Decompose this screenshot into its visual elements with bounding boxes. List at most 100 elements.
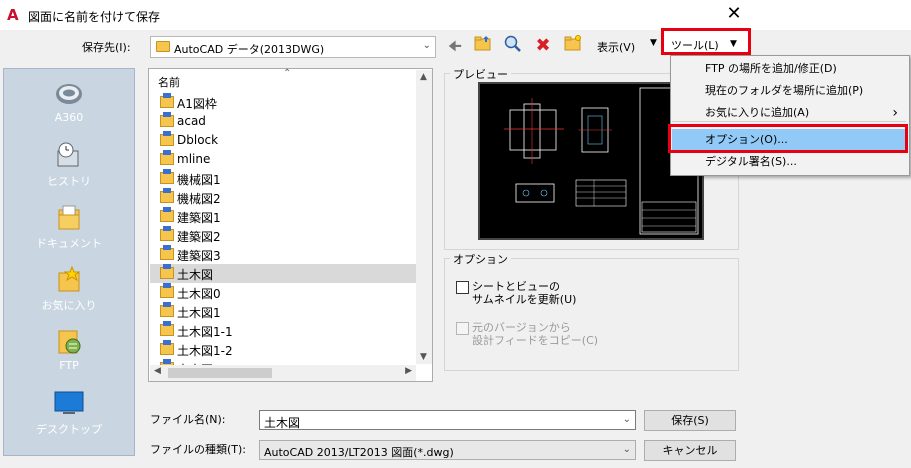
dialog-title: 図面に名前を付けて保存 xyxy=(28,10,161,24)
dwg-file-icon xyxy=(160,169,174,184)
horizontal-scrollbar[interactable]: ◀ ▶ xyxy=(150,365,416,381)
view-dropdown-icon[interactable]: ▼ xyxy=(650,38,657,48)
file-row[interactable]: 機械図1 xyxy=(150,169,416,188)
file-row[interactable]: A1図枠 xyxy=(150,93,416,112)
place-desktop[interactable]: デスクトップ xyxy=(4,389,134,437)
file-name: 土木図 xyxy=(177,268,214,282)
save-button[interactable]: 保存(S) xyxy=(644,410,736,431)
file-name: Dblock xyxy=(177,133,219,147)
filetype-combo[interactable]: AutoCAD 2013/LT2013 図面(*.dwg) ⌄ xyxy=(259,440,636,460)
menu-item-add-folder-to-places[interactable]: 現在のフォルダを場所に追加(P) xyxy=(672,80,908,102)
new-folder-icon[interactable] xyxy=(562,35,584,57)
file-name: 機械図2 xyxy=(177,192,221,206)
file-row[interactable]: 建築図2 xyxy=(150,226,416,245)
file-row[interactable]: 土木図1-1 xyxy=(150,321,416,340)
file-row[interactable]: 土木図0 xyxy=(150,283,416,302)
vertical-scrollbar[interactable]: ▲ ▼ xyxy=(416,70,432,364)
menu-item-label: FTP の場所を追加/修正(D) xyxy=(705,62,837,75)
update-thumbnail-label[interactable]: シートとビューの サムネイルを更新(U) xyxy=(472,280,576,306)
scroll-right-icon[interactable]: ▶ xyxy=(405,366,412,376)
dwg-file-icon xyxy=(160,245,174,260)
menu-separator xyxy=(672,121,906,122)
dwg-file-icon xyxy=(160,93,174,108)
column-header-name[interactable]: 名前 xyxy=(158,74,180,90)
dwg-file-icon xyxy=(160,226,174,241)
file-row[interactable]: 土木図1 xyxy=(150,302,416,321)
a360-cloud-icon xyxy=(56,84,82,104)
copy-design-feed-label: 元のバージョンから 設計フィードをコピー(C) xyxy=(472,321,598,347)
place-label: デスクトップ xyxy=(36,423,102,436)
dwg-file-icon xyxy=(160,302,174,317)
scroll-up-icon[interactable]: ▲ xyxy=(420,72,427,82)
save-in-label: 保存先(I): xyxy=(82,41,131,54)
place-label: A360 xyxy=(54,111,84,124)
search-web-icon[interactable] xyxy=(502,35,524,57)
dwg-file-icon xyxy=(160,207,174,222)
file-name: 建築図1 xyxy=(177,211,221,225)
place-favorites[interactable]: お気に入り xyxy=(4,265,134,313)
options-group xyxy=(444,258,739,371)
tools-menu-button[interactable]: ツール(L) ▼ xyxy=(661,28,751,55)
chevron-down-icon[interactable]: ⌄ xyxy=(623,414,631,425)
dwg-file-icon xyxy=(160,150,174,165)
place-label: ヒストリ xyxy=(47,175,91,188)
filename-value: 土木図 xyxy=(264,416,301,430)
scroll-left-icon[interactable]: ◀ xyxy=(154,366,161,376)
menu-item-label: デジタル署名(S)... xyxy=(705,155,797,168)
chevron-down-icon: ▼ xyxy=(730,39,737,49)
file-name: 土木図1 xyxy=(177,306,221,320)
file-list[interactable]: 名前 ⌃ A1図枠 acad Dblock mline 機械図1 機械図2 建築図1 建築図2… xyxy=(148,68,433,382)
place-a360[interactable]: A360 xyxy=(4,79,134,124)
scroll-down-icon[interactable]: ▼ xyxy=(420,352,427,362)
file-name: A1図枠 xyxy=(177,97,217,111)
options-highlight-outline xyxy=(668,124,908,153)
filetype-value: AutoCAD 2013/LT2013 図面(*.dwg) xyxy=(264,446,454,459)
folder-icon xyxy=(156,41,170,52)
file-row[interactable]: 建築図3 xyxy=(150,245,416,264)
view-menu-button[interactable]: 表示(V) xyxy=(597,39,635,55)
menu-item-label: 現在のフォルダを場所に追加(P) xyxy=(705,84,864,97)
file-row[interactable]: acad xyxy=(150,112,416,131)
scroll-thumb[interactable] xyxy=(168,368,272,378)
dwg-file-icon xyxy=(160,321,174,336)
place-documents[interactable]: ドキュメント xyxy=(4,203,134,251)
options-label: オプション xyxy=(450,251,511,267)
documents-folder-icon xyxy=(58,205,80,230)
up-folder-icon[interactable] xyxy=(472,35,494,57)
file-row[interactable]: 土木図1-2 xyxy=(150,340,416,359)
cancel-button[interactable]: キャンセル xyxy=(644,440,736,461)
place-history[interactable]: ヒストリ xyxy=(4,141,134,189)
file-row[interactable]: 機械図2 xyxy=(150,188,416,207)
filename-input[interactable]: 土木図 ⌄ xyxy=(259,410,636,430)
update-thumbnail-label-line1: シートとビューの xyxy=(472,280,560,293)
dwg-file-icon xyxy=(160,283,174,298)
autocad-app-icon: A xyxy=(7,6,19,24)
menu-item-ftp-locations[interactable]: FTP の場所を追加/修正(D) xyxy=(672,58,908,80)
filename-label: ファイル名(N): xyxy=(150,413,226,426)
dwg-file-icon xyxy=(160,131,174,146)
sort-ascending-icon: ⌃ xyxy=(283,68,292,79)
places-bar: A360 ヒストリ ドキュメント お気に入り FTP デスクトップ xyxy=(3,68,135,456)
history-icon xyxy=(57,142,79,167)
place-label: ドキュメント xyxy=(36,237,102,250)
dwg-file-icon xyxy=(160,112,174,127)
chevron-down-icon: ⌄ xyxy=(622,444,631,455)
desktop-icon xyxy=(54,391,84,414)
delete-icon[interactable]: ✖ xyxy=(532,35,554,57)
update-thumbnail-label-line2: サムネイルを更新(U) xyxy=(472,293,577,306)
place-ftp[interactable]: FTP xyxy=(4,327,134,372)
close-button[interactable]: ✕ xyxy=(722,3,746,25)
update-thumbnail-checkbox[interactable] xyxy=(456,281,469,294)
dwg-file-icon xyxy=(160,188,174,203)
back-arrow-icon[interactable]: 🠈 xyxy=(444,35,466,57)
tools-dropdown-menu: FTP の場所を追加/修正(D) 現在のフォルダを場所に追加(P) お気に入りに… xyxy=(670,55,910,176)
file-row[interactable]: 建築図1 xyxy=(150,207,416,226)
menu-item-digital-signatures[interactable]: デジタル署名(S)... xyxy=(672,151,908,173)
file-row[interactable]: 土木図 xyxy=(150,264,416,283)
file-row[interactable]: mline xyxy=(150,150,416,169)
save-in-value: AutoCAD データ(2013DWG) xyxy=(174,43,325,56)
copy-design-feed-checkbox xyxy=(456,322,469,335)
save-in-combo[interactable]: AutoCAD データ(2013DWG) ⌄ xyxy=(150,36,436,58)
file-row[interactable]: Dblock xyxy=(150,131,416,150)
file-name: 建築図2 xyxy=(177,230,221,244)
